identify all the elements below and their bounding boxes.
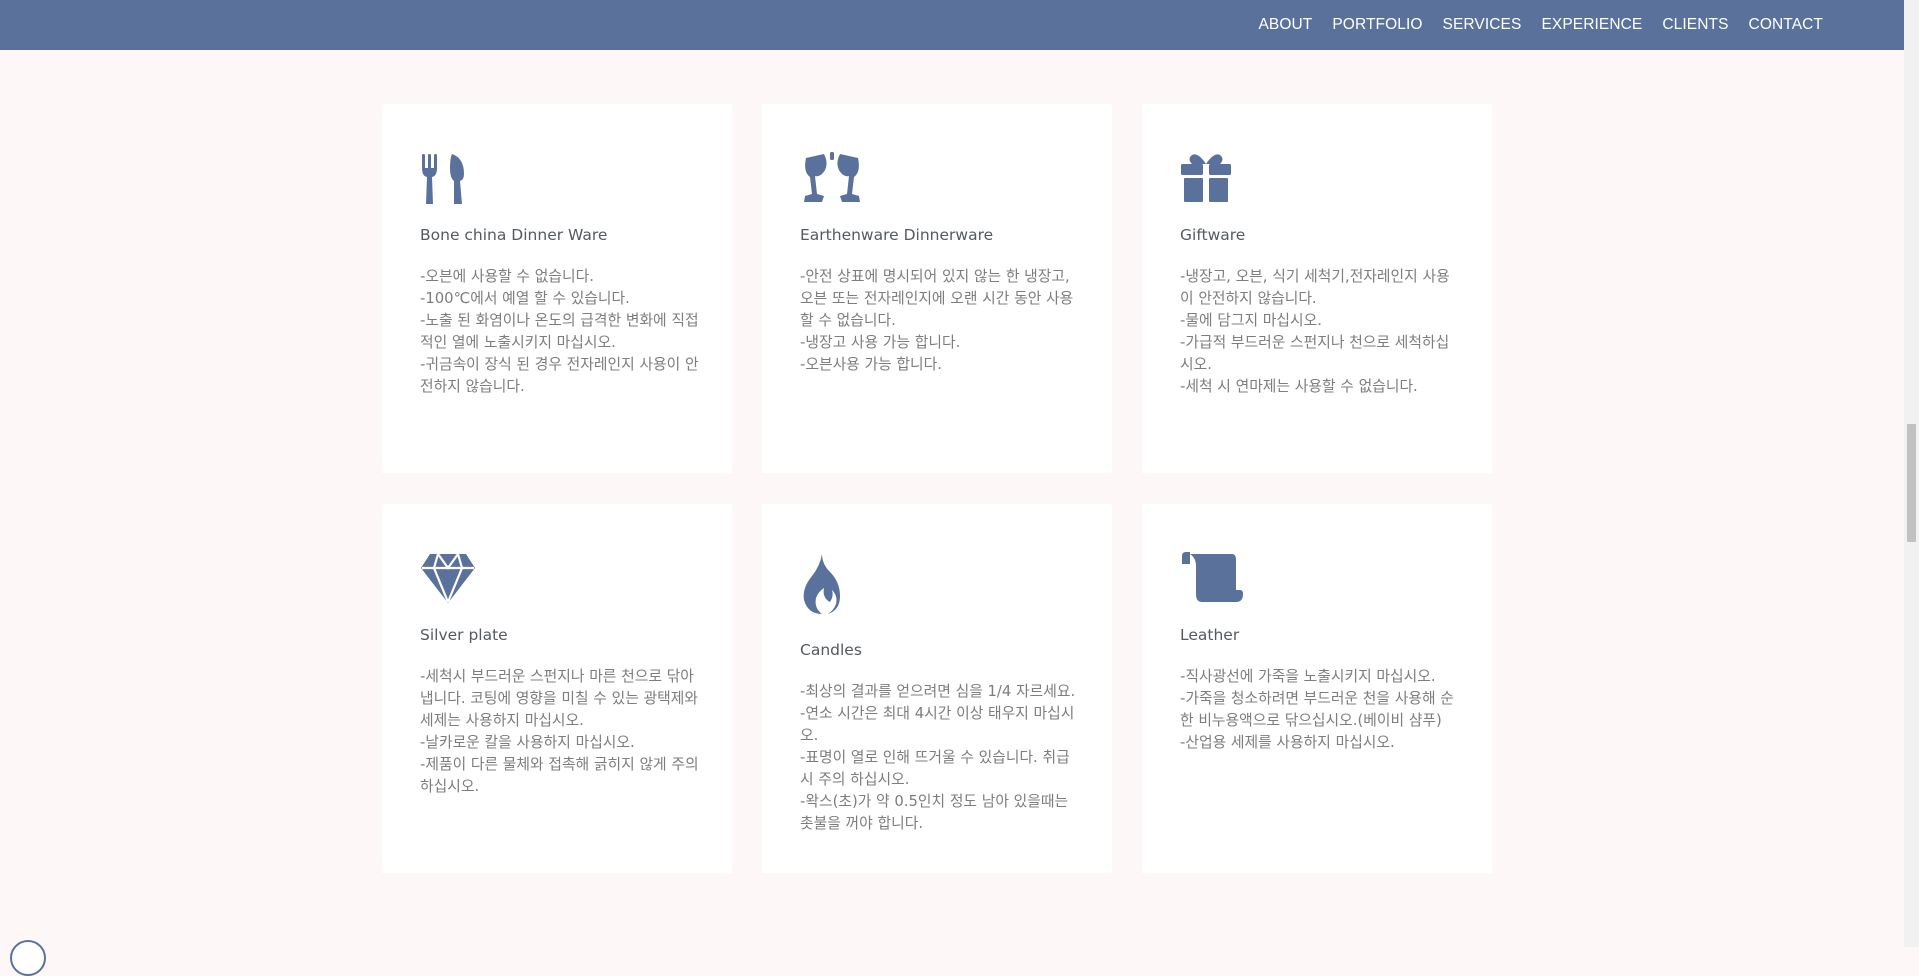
nav-portfolio[interactable]: PORTFOLIO [1322,16,1432,34]
card-description: -냉장고, 오븐, 식기 세척기,전자레인지 사용이 안전하지 않습니다. -물… [1180,266,1460,398]
service-card-leather: Leather -직사광선에 가죽을 노출시키지 마십시오. -가죽을 청소하려… [1142,504,1492,873]
card-line: -표명이 열로 인해 뜨거울 수 있습니다. 취급시 주의 하십시오. [800,749,1070,788]
nav-menu: ABOUT PORTFOLIO SERVICES EXPERIENCE CLIE… [1248,0,1833,50]
scrollbar-thumb[interactable] [1907,424,1916,542]
card-title: Leather [1180,626,1240,644]
card-line: -산업용 세제를 사용하지 마십시오. [1180,734,1395,751]
card-line: -직사광선에 가죽을 노출시키지 마십시오. [1180,668,1436,685]
card-title: Earthenware Dinnerware [800,226,994,244]
gift-icon [1180,152,1244,208]
fork-knife-icon [420,152,484,208]
card-description: -안전 상표에 명시되어 있지 않는 한 냉장고, 오븐 또는 전자레인지에 오… [800,266,1080,376]
nav-contact[interactable]: CONTACT [1739,16,1833,34]
nav-about[interactable]: ABOUT [1248,16,1322,34]
service-card-earthenware: Earthenware Dinnerware -안전 상표에 명시되어 있지 않… [762,104,1112,473]
vertical-scrollbar[interactable] [1904,0,1919,947]
service-card-bone-china: Bone china Dinner Ware -오븐에 사용할 수 없습니다. … [382,104,732,473]
card-line: -오븐사용 가능 합니다. [800,356,942,373]
card-line: -100℃에서 예열 할 수 있습니다. [420,290,630,307]
card-description: -직사광선에 가죽을 노출시키지 마십시오. -가죽을 청소하려면 부드러운 천… [1180,666,1460,754]
card-line: -노출 된 화염이나 온도의 급격한 변화에 직접적인 열에 노출시키지 마십시… [420,312,699,351]
top-navbar: ABOUT PORTFOLIO SERVICES EXPERIENCE CLIE… [0,0,1904,50]
card-line: -제품이 다른 물체와 접촉해 긁히지 않게 주의 하십시오. [420,756,699,795]
service-card-giftware: Giftware -냉장고, 오븐, 식기 세척기,전자레인지 사용이 안전하지… [1142,104,1492,473]
card-line: -냉장고, 오븐, 식기 세척기,전자레인지 사용이 안전하지 않습니다. [1180,268,1450,307]
card-line: -세척시 부드러운 스펀지나 마른 천으로 닦아냅니다. 코팅에 영향을 미칠 … [420,668,698,729]
card-line: -세척 시 연마제는 사용할 수 없습니다. [1180,378,1418,395]
card-title: Silver plate [420,626,508,644]
card-line: -귀금속이 장식 된 경우 전자레인지 사용이 안전하지 않습니다. [420,356,699,395]
card-title: Candles [800,641,862,659]
card-description: -오븐에 사용할 수 없습니다. -100℃에서 예열 할 수 있습니다. -노… [420,266,700,398]
wine-glasses-icon [800,152,864,208]
card-title: Giftware [1180,226,1246,244]
card-line: -연소 시간은 최대 4시간 이상 태우지 마십시오. [800,705,1075,744]
card-line: -날카로운 칼을 사용하지 마십시오. [420,734,635,751]
nav-experience[interactable]: EXPERIENCE [1531,16,1652,34]
card-description: -세척시 부드러운 스펀지나 마른 천으로 닦아냅니다. 코팅에 영향을 미칠 … [420,666,700,798]
scroll-icon [1180,552,1244,608]
card-line: -냉장고 사용 가능 합니다. [800,334,961,351]
diamond-icon [420,552,484,608]
card-line: -안전 상표에 명시되어 있지 않는 한 냉장고, 오븐 또는 전자레인지에 오… [800,268,1074,329]
card-line: -물에 담그지 마십시오. [1180,312,1322,329]
service-card-silver-plate: Silver plate -세척시 부드러운 스펀지나 마른 천으로 닦아냅니다… [382,504,732,873]
nav-services[interactable]: SERVICES [1433,16,1532,34]
card-description: -최상의 결과를 얻으려면 심을 1/4 자르세요. -연소 시간은 최대 4시… [800,681,1080,835]
nav-clients[interactable]: CLIENTS [1652,16,1738,34]
card-line: -왁스(초)가 약 0.5인치 정도 남아 있을때는 촛불을 꺼야 합니다. [800,793,1069,832]
chat-widget-button[interactable] [10,940,46,976]
card-line: -가죽을 청소하려면 부드러운 천을 사용해 순한 비누용액으로 닦으십시오.(… [1180,690,1454,729]
card-title: Bone china Dinner Ware [420,226,608,244]
card-line: -가급적 부드러운 스펀지나 천으로 세척하십시오. [1180,334,1450,373]
service-card-candles: Candles -최상의 결과를 얻으려면 심을 1/4 자르세요. -연소 시… [762,504,1112,873]
card-line: -최상의 결과를 얻으려면 심을 1/4 자르세요. [800,683,1076,700]
card-line: -오븐에 사용할 수 없습니다. [420,268,594,285]
flame-icon [800,552,864,614]
